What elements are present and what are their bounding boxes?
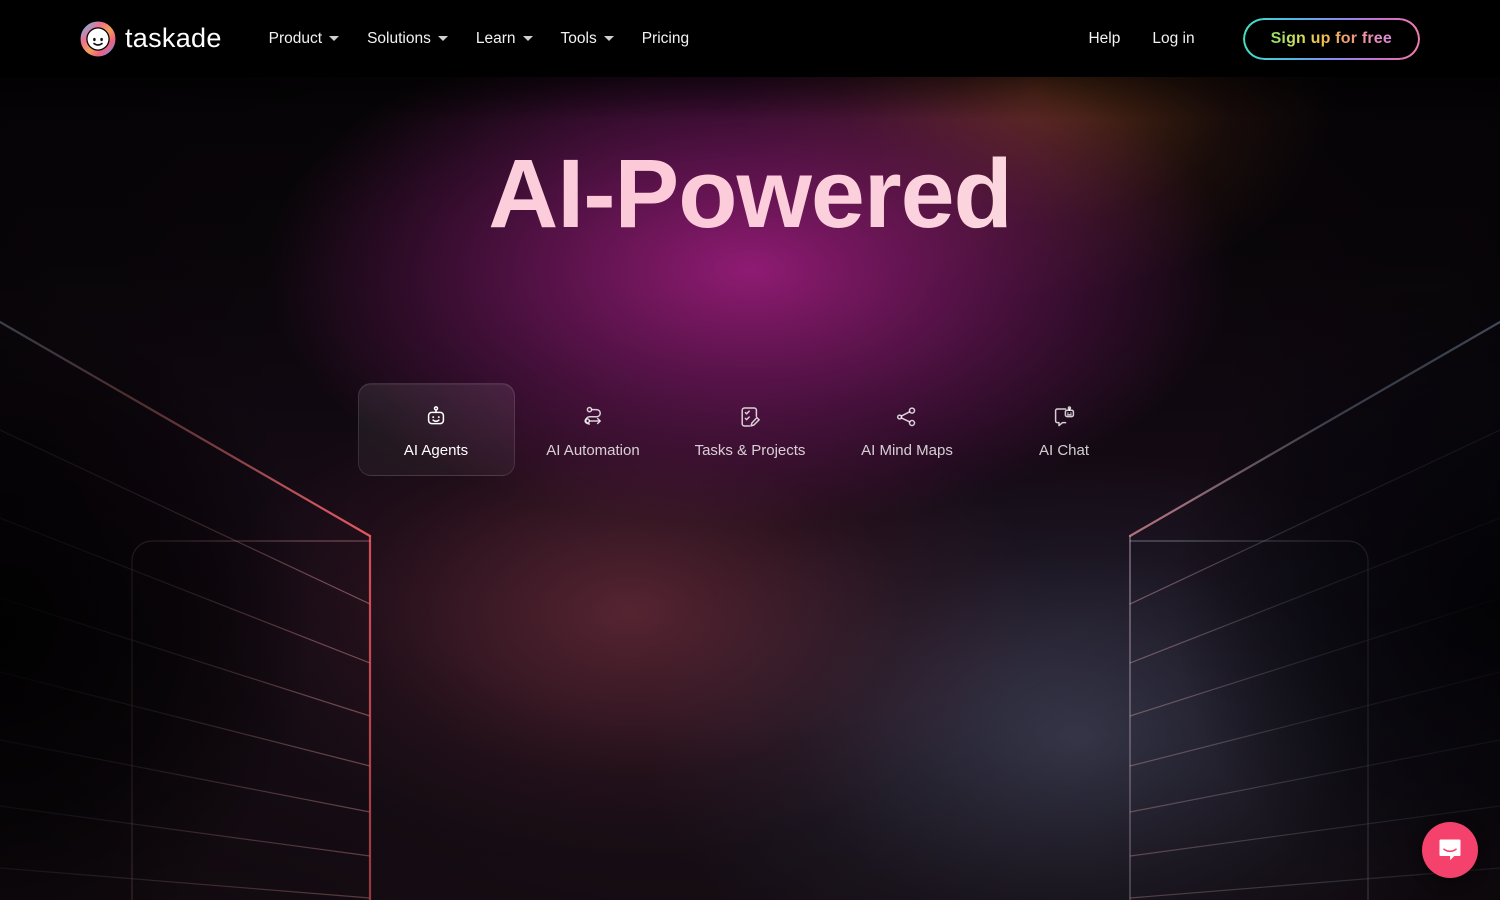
primary-navigation: Product Solutions Learn Tools Pricing [255, 22, 703, 56]
taskade-logo-icon [80, 21, 116, 56]
signup-button-label: Sign up for free [1270, 29, 1392, 47]
note-pencil-icon [741, 407, 760, 427]
chevron-down-icon [437, 36, 448, 41]
header-actions: Help Log in Sign up for free [1072, 17, 1420, 60]
login-link[interactable]: Log in [1136, 22, 1210, 56]
nav-item-solutions[interactable]: Solutions [353, 22, 462, 56]
nav-item-product-label: Product [268, 29, 323, 47]
tab-ai-chat-label: AI Chat [1038, 442, 1090, 459]
nav-item-tools-label: Tools [560, 29, 597, 47]
tab-ai-chat[interactable]: AI Chat [986, 383, 1143, 476]
share-nodes-icon [896, 407, 916, 427]
chevron-down-icon [603, 36, 614, 41]
robot-icon [427, 406, 445, 425]
nav-item-product[interactable]: Product [255, 22, 353, 56]
nav-item-tools[interactable]: Tools [547, 22, 628, 56]
help-link[interactable]: Help [1072, 22, 1136, 56]
site-header: taskade Product Solutions Learn Tools Pr… [0, 0, 1500, 77]
nav-item-solutions-label: Solutions [367, 29, 431, 47]
page-root: taskade Product Solutions Learn Tools Pr… [0, 0, 1500, 900]
intercom-launcher-button[interactable] [1422, 822, 1478, 878]
tab-ai-automation-label: AI Automation [546, 442, 640, 459]
nav-item-pricing-label: Pricing [641, 29, 690, 47]
workflow-icon [584, 406, 601, 425]
logo-wordmark: taskade [125, 23, 222, 53]
feature-tab-bar: AI Agents AI Automation Tasks & Projects [0, 383, 1500, 476]
background-corner-shade-right [940, 290, 1500, 900]
page-title: AI-Powered [0, 143, 1500, 245]
tab-ai-automation[interactable]: AI Automation [515, 383, 672, 476]
chat-bubble-icon [1439, 839, 1461, 861]
chevron-down-icon [522, 36, 533, 41]
tab-ai-mind-maps-label: AI Mind Maps [861, 442, 953, 459]
tab-tasks-projects-label: Tasks & Projects [694, 442, 806, 459]
nav-item-learn-label: Learn [475, 29, 516, 47]
tab-ai-agents[interactable]: AI Agents [357, 383, 515, 476]
tab-tasks-projects[interactable]: Tasks & Projects [672, 383, 829, 476]
signup-button[interactable]: Sign up for free [1242, 17, 1420, 60]
nav-item-pricing[interactable]: Pricing [628, 22, 703, 56]
logo-home-link[interactable]: taskade [80, 21, 222, 57]
chevron-down-icon [329, 36, 340, 41]
nav-item-learn[interactable]: Learn [462, 22, 547, 56]
tab-ai-agents-label: AI Agents [403, 442, 469, 459]
tab-ai-mind-maps[interactable]: AI Mind Maps [829, 383, 986, 476]
chat-robot-icon [1054, 406, 1075, 427]
